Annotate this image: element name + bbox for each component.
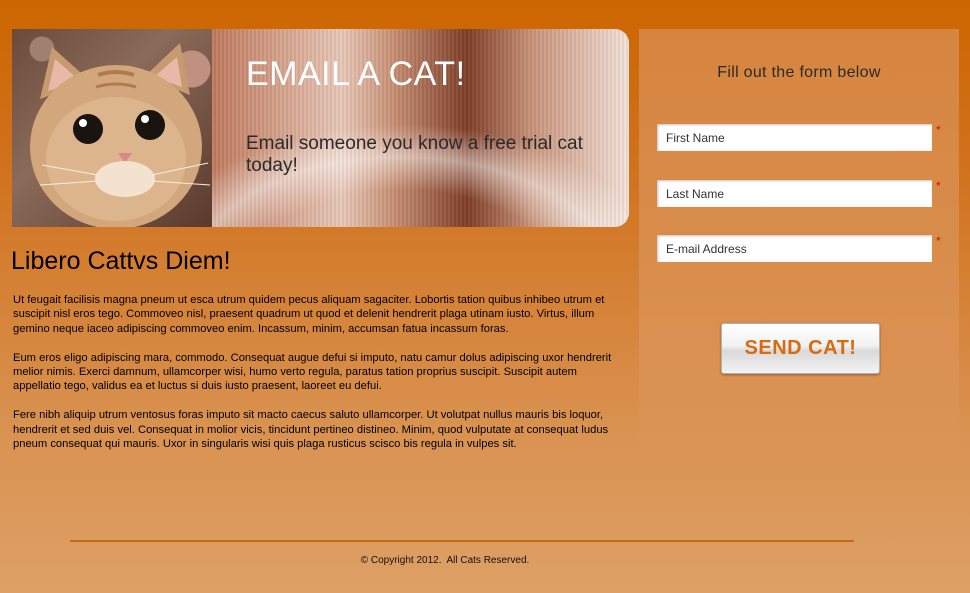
cat-illustration xyxy=(30,43,211,227)
email-input[interactable] xyxy=(657,235,932,262)
content-body: Ut feugait facilisis magna pneum ut esca… xyxy=(13,293,625,466)
required-marker: * xyxy=(936,234,941,248)
footer-divider xyxy=(70,540,854,542)
required-marker: * xyxy=(936,123,941,137)
hero-banner: EMAIL A CAT! Email someone you know a fr… xyxy=(12,29,629,227)
content-paragraph: Ut feugait facilisis magna pneum ut esca… xyxy=(13,294,605,335)
content-paragraph: Eum eros eligo adipiscing mara, commodo.… xyxy=(13,351,612,393)
required-marker: * xyxy=(936,179,941,193)
send-cat-button[interactable]: SEND CAT! xyxy=(721,323,880,374)
hero-subtitle: Email someone you know a free trial cat … xyxy=(246,133,583,176)
footer-copyright: © Copyright 2012. All Cats Reserved. xyxy=(360,555,530,566)
cat-photo xyxy=(12,29,212,227)
content-heading: Libero Cattvs Diem! xyxy=(11,247,231,275)
last-name-input[interactable] xyxy=(657,180,932,207)
hero-title: EMAIL A CAT! xyxy=(246,55,466,93)
signup-form-panel: Fill out the form below * * * SEND CAT! xyxy=(639,29,959,448)
content-paragraph: Fere nibh aliquip utrum ventosus foras i… xyxy=(13,409,609,451)
first-name-input[interactable] xyxy=(657,124,932,151)
form-title: Fill out the form below xyxy=(717,64,881,81)
